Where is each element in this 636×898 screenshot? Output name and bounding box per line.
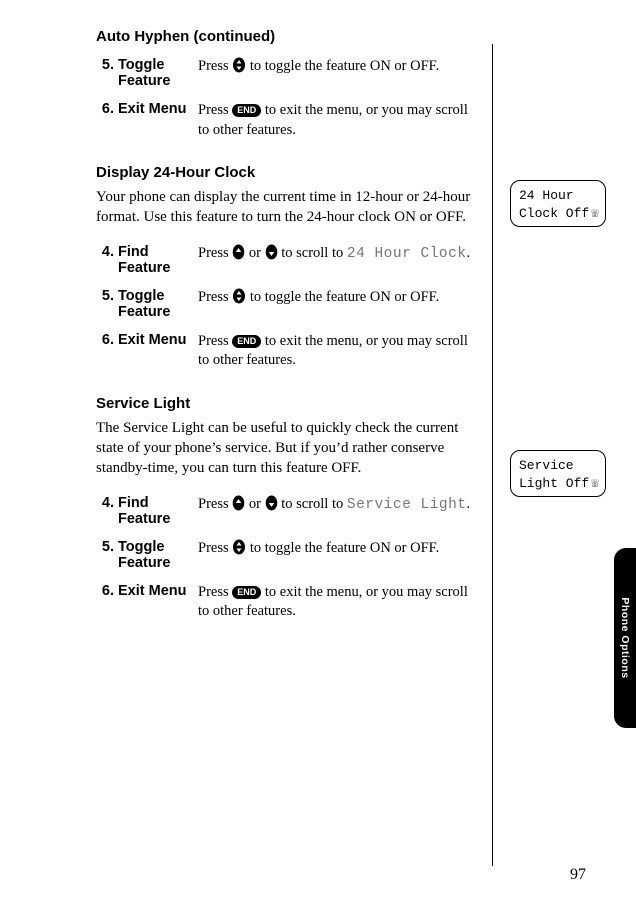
step-row: 6. Exit Menu Press END to exit the menu,… bbox=[96, 577, 486, 628]
text: Press bbox=[198, 102, 232, 118]
section-title-clock: Display 24-Hour Clock bbox=[96, 164, 486, 181]
phone-screen-line: 24 Hour bbox=[519, 187, 599, 205]
step-number: 5. bbox=[96, 51, 118, 95]
step-number: 6. bbox=[96, 577, 118, 628]
text: Press bbox=[198, 496, 232, 512]
step-desc: Press to toggle the feature ON or OFF. bbox=[198, 282, 486, 326]
phone-icon: ☏ bbox=[591, 475, 599, 493]
end-key-icon: END bbox=[232, 586, 261, 599]
section-title-auto-hyphen: Auto Hyphen (continued) bbox=[96, 28, 486, 45]
text: to toggle the feature ON or OFF. bbox=[246, 58, 439, 74]
step-number: 6. bbox=[96, 95, 118, 146]
phone-screen-line: Service bbox=[519, 457, 599, 475]
text: Press bbox=[198, 289, 232, 305]
text: Press bbox=[198, 584, 232, 600]
step-desc: Press END to exit the menu, or you may s… bbox=[198, 95, 486, 146]
steps-table-clock: 4. Find Feature Press or to scroll to 24… bbox=[96, 238, 486, 377]
down-key-icon bbox=[265, 244, 278, 267]
vertical-divider bbox=[492, 44, 493, 866]
text: Press bbox=[198, 245, 232, 261]
step-row: 4. Find Feature Press or to scroll to Se… bbox=[96, 489, 486, 533]
section-intro-service: The Service Light can be useful to quick… bbox=[96, 418, 486, 479]
main-content-column: Auto Hyphen (continued) 5. Toggle Featur… bbox=[96, 28, 486, 646]
step-label: Toggle Feature bbox=[118, 533, 198, 577]
phone-screen-line: Clock Off ☏ bbox=[519, 205, 599, 223]
step-label: Find Feature bbox=[118, 489, 198, 533]
text: or bbox=[245, 245, 264, 261]
scroll-key-icon bbox=[232, 539, 246, 562]
text: . bbox=[467, 496, 471, 512]
end-key-icon: END bbox=[232, 104, 261, 117]
step-label: Toggle Feature bbox=[118, 282, 198, 326]
step-row: 6. Exit Menu Press END to exit the menu,… bbox=[96, 95, 486, 146]
text: to scroll to bbox=[278, 496, 347, 512]
phone-screen-clock: 24 Hour Clock Off ☏ bbox=[510, 180, 606, 227]
down-key-icon bbox=[265, 495, 278, 518]
section-intro-clock: Your phone can display the current time … bbox=[96, 187, 486, 228]
text: to toggle the feature ON or OFF. bbox=[246, 289, 439, 305]
phone-screen-service: Service Light Off ☏ bbox=[510, 450, 606, 497]
step-desc: Press or to scroll to 24 Hour Clock. bbox=[198, 238, 486, 282]
text: Press bbox=[198, 333, 232, 349]
page-number: 97 bbox=[570, 866, 586, 884]
step-number: 4. bbox=[96, 489, 118, 533]
text: or bbox=[245, 496, 264, 512]
phone-screen-line: Light Off ☏ bbox=[519, 475, 599, 493]
phone-icon: ☏ bbox=[591, 205, 599, 223]
thumb-tab-label: Phone Options bbox=[619, 597, 631, 678]
up-key-icon bbox=[232, 495, 245, 518]
step-desc: Press END to exit the menu, or you may s… bbox=[198, 326, 486, 377]
step-number: 6. bbox=[96, 326, 118, 377]
manual-page: Auto Hyphen (continued) 5. Toggle Featur… bbox=[0, 0, 636, 898]
text: . bbox=[467, 245, 471, 261]
lcd-text: Service Light bbox=[347, 497, 467, 513]
step-row: 5. Toggle Feature Press to toggle the fe… bbox=[96, 282, 486, 326]
steps-table-auto-hyphen: 5. Toggle Feature Press to toggle the fe… bbox=[96, 51, 486, 146]
up-key-icon bbox=[232, 244, 245, 267]
step-desc: Press to toggle the feature ON or OFF. bbox=[198, 533, 486, 577]
step-row: 5. Toggle Feature Press to toggle the fe… bbox=[96, 533, 486, 577]
step-number: 4. bbox=[96, 238, 118, 282]
step-label: Exit Menu bbox=[118, 95, 198, 146]
step-desc: Press to toggle the feature ON or OFF. bbox=[198, 51, 486, 95]
step-row: 5. Toggle Feature Press to toggle the fe… bbox=[96, 51, 486, 95]
text: to scroll to bbox=[278, 245, 347, 261]
text: to toggle the feature ON or OFF. bbox=[246, 540, 439, 556]
step-label: Find Feature bbox=[118, 238, 198, 282]
phone-screen-text: Clock Off bbox=[519, 205, 589, 223]
step-label: Toggle Feature bbox=[118, 51, 198, 95]
step-label: Exit Menu bbox=[118, 577, 198, 628]
scroll-key-icon bbox=[232, 57, 246, 80]
step-desc: Press END to exit the menu, or you may s… bbox=[198, 577, 486, 628]
steps-table-service: 4. Find Feature Press or to scroll to Se… bbox=[96, 489, 486, 628]
text: Press bbox=[198, 540, 232, 556]
text: Press bbox=[198, 58, 232, 74]
lcd-text: 24 Hour Clock bbox=[347, 246, 467, 262]
step-number: 5. bbox=[96, 533, 118, 577]
step-row: 6. Exit Menu Press END to exit the menu,… bbox=[96, 326, 486, 377]
step-number: 5. bbox=[96, 282, 118, 326]
section-title-service: Service Light bbox=[96, 395, 486, 412]
thumb-tab: Phone Options bbox=[614, 548, 636, 728]
phone-screen-text: Light Off bbox=[519, 475, 589, 493]
step-desc: Press or to scroll to Service Light. bbox=[198, 489, 486, 533]
step-label: Exit Menu bbox=[118, 326, 198, 377]
end-key-icon: END bbox=[232, 335, 261, 348]
scroll-key-icon bbox=[232, 288, 246, 311]
step-row: 4. Find Feature Press or to scroll to 24… bbox=[96, 238, 486, 282]
